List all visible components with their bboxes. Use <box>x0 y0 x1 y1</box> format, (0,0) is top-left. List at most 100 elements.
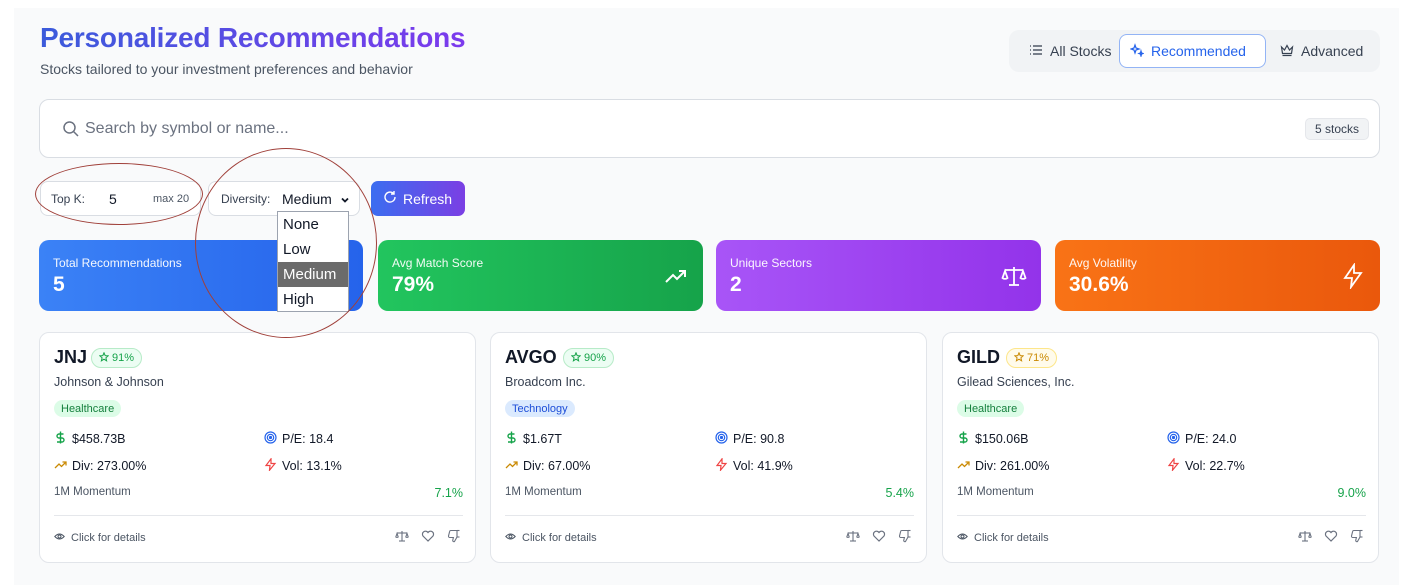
market-cap: $458.73B <box>54 431 126 447</box>
details-label: Click for details <box>974 532 1049 544</box>
momentum-label: 1M Momentum <box>54 486 131 498</box>
top-k-max: max 20 <box>153 192 190 205</box>
diversity-option-none[interactable]: None <box>278 212 348 237</box>
details-link[interactable]: Click for details <box>957 531 1049 545</box>
diversity-value: Medium <box>282 190 332 207</box>
compare-scale-icon[interactable] <box>1298 529 1312 543</box>
eye-icon <box>505 531 516 545</box>
score-value: 90% <box>584 352 607 364</box>
compare-scale-icon[interactable] <box>846 529 860 543</box>
details-link[interactable]: Click for details <box>505 531 597 545</box>
heart-icon[interactable] <box>872 529 886 543</box>
sector-badge: Healthcare <box>957 400 1025 417</box>
stat-value: 30.6% <box>1069 273 1129 296</box>
market-cap-value: $1.67T <box>523 432 562 446</box>
page-title: Personalized Recommendations <box>40 22 466 53</box>
dollar-icon <box>54 431 67 447</box>
card-divider <box>54 515 463 516</box>
stock-card-avgo[interactable]: AVGO 90% Broadcom Inc. Technology $1.67T… <box>490 332 927 563</box>
star-icon <box>98 351 110 365</box>
stock-symbol: GILD <box>957 347 1000 367</box>
market-cap: $150.06B <box>957 431 1029 447</box>
dividend-value: Div: 261.00% <box>975 459 1050 473</box>
details-label: Click for details <box>522 532 597 544</box>
heart-icon[interactable] <box>1324 529 1338 543</box>
pe-value: P/E: 18.4 <box>282 432 334 446</box>
volatility-value: Vol: 22.7% <box>1185 459 1245 473</box>
view-tabs: All Stocks Recommended Advanced <box>1009 30 1380 72</box>
top-k-control[interactable]: Top K: 5 max 20 <box>40 181 201 216</box>
eye-icon <box>957 531 968 545</box>
search-input[interactable] <box>85 113 1085 145</box>
compare-scale-icon[interactable] <box>395 529 409 543</box>
score-value: 71% <box>1027 352 1050 364</box>
card-divider <box>505 515 914 516</box>
thumbs-down-icon[interactable] <box>1350 529 1364 543</box>
tab-label: Advanced <box>1301 43 1364 59</box>
search-icon <box>62 120 80 138</box>
dollar-icon <box>957 431 970 447</box>
diversity-dropdown: None Low Medium High <box>277 211 349 312</box>
dividend: Div: 261.00% <box>957 458 1049 474</box>
tab-all-stocks[interactable]: All Stocks <box>1019 34 1121 68</box>
sector-badge: Healthcare <box>54 400 122 417</box>
card-divider <box>957 515 1366 516</box>
stat-label: Avg Match Score <box>392 256 484 270</box>
trending-up-icon <box>957 458 970 474</box>
dividend-value: Div: 273.00% <box>72 459 147 473</box>
stock-symbol: JNJ <box>54 347 88 367</box>
pe-value: P/E: 24.0 <box>1185 432 1237 446</box>
dollar-icon <box>505 431 518 447</box>
stock-card-gild[interactable]: GILD 71% Gilead Sciences, Inc. Healthcar… <box>942 332 1379 563</box>
momentum-label: 1M Momentum <box>505 486 582 498</box>
details-link[interactable]: Click for details <box>54 531 146 545</box>
tab-label: All Stocks <box>1050 43 1112 59</box>
crown-icon <box>1280 43 1294 60</box>
thumbs-down-icon[interactable] <box>447 529 461 543</box>
pe-ratio: P/E: 90.8 <box>715 431 784 447</box>
dividend: Div: 273.00% <box>54 458 146 474</box>
thumbs-down-icon[interactable] <box>898 529 912 543</box>
market-cap-value: $150.06B <box>975 432 1029 446</box>
stat-unique-sectors: Unique Sectors 2 <box>716 240 1041 311</box>
market-cap: $1.67T <box>505 431 562 447</box>
refresh-button[interactable]: Refresh <box>371 181 465 216</box>
page-subtitle: Stocks tailored to your investment prefe… <box>40 61 413 77</box>
stat-value: 2 <box>730 273 742 296</box>
volatility: Vol: 22.7% <box>1167 456 1245 474</box>
momentum-value: 7.1% <box>434 486 464 500</box>
stock-count-badge: 5 stocks <box>1304 118 1369 140</box>
sector-badge: Technology <box>505 400 575 417</box>
volatility: Vol: 41.9% <box>715 456 793 474</box>
diversity-option-high[interactable]: High <box>278 287 348 312</box>
stat-avg-match-score: Avg Match Score 79% <box>378 240 703 311</box>
pe-ratio: P/E: 18.4 <box>264 431 333 447</box>
target-icon <box>264 431 277 447</box>
refresh-label: Refresh <box>403 190 453 207</box>
momentum-value: 5.4% <box>885 486 915 500</box>
match-score-badge: 91% <box>91 348 143 368</box>
company-name: Gilead Sciences, Inc. <box>957 375 1075 389</box>
tab-recommended[interactable]: Recommended <box>1119 34 1266 68</box>
stat-avg-volatility: Avg Volatility 30.6% <box>1055 240 1380 311</box>
match-score-badge: 71% <box>1006 348 1058 368</box>
top-k-input[interactable]: 5 <box>109 191 117 207</box>
top-k-label: Top K: <box>51 191 86 206</box>
target-icon <box>715 431 728 447</box>
tab-advanced[interactable]: Advanced <box>1270 34 1373 68</box>
card-actions <box>846 529 912 543</box>
eye-icon <box>54 531 65 545</box>
heart-icon[interactable] <box>421 529 435 543</box>
diversity-option-medium[interactable]: Medium <box>278 262 348 287</box>
zap-icon <box>715 456 728 474</box>
diversity-label: Diversity: <box>221 191 271 206</box>
stock-symbol: AVGO <box>505 347 557 367</box>
chevron-down-icon <box>340 194 350 204</box>
pe-ratio: P/E: 24.0 <box>1167 431 1236 447</box>
diversity-option-low[interactable]: Low <box>278 237 348 262</box>
momentum-value: 9.0% <box>1337 486 1367 500</box>
card-actions <box>1298 529 1364 543</box>
details-label: Click for details <box>71 532 146 544</box>
stock-card-jnj[interactable]: JNJ 91% Johnson & Johnson Healthcare $45… <box>39 332 476 563</box>
dividend-value: Div: 67.00% <box>523 459 591 473</box>
